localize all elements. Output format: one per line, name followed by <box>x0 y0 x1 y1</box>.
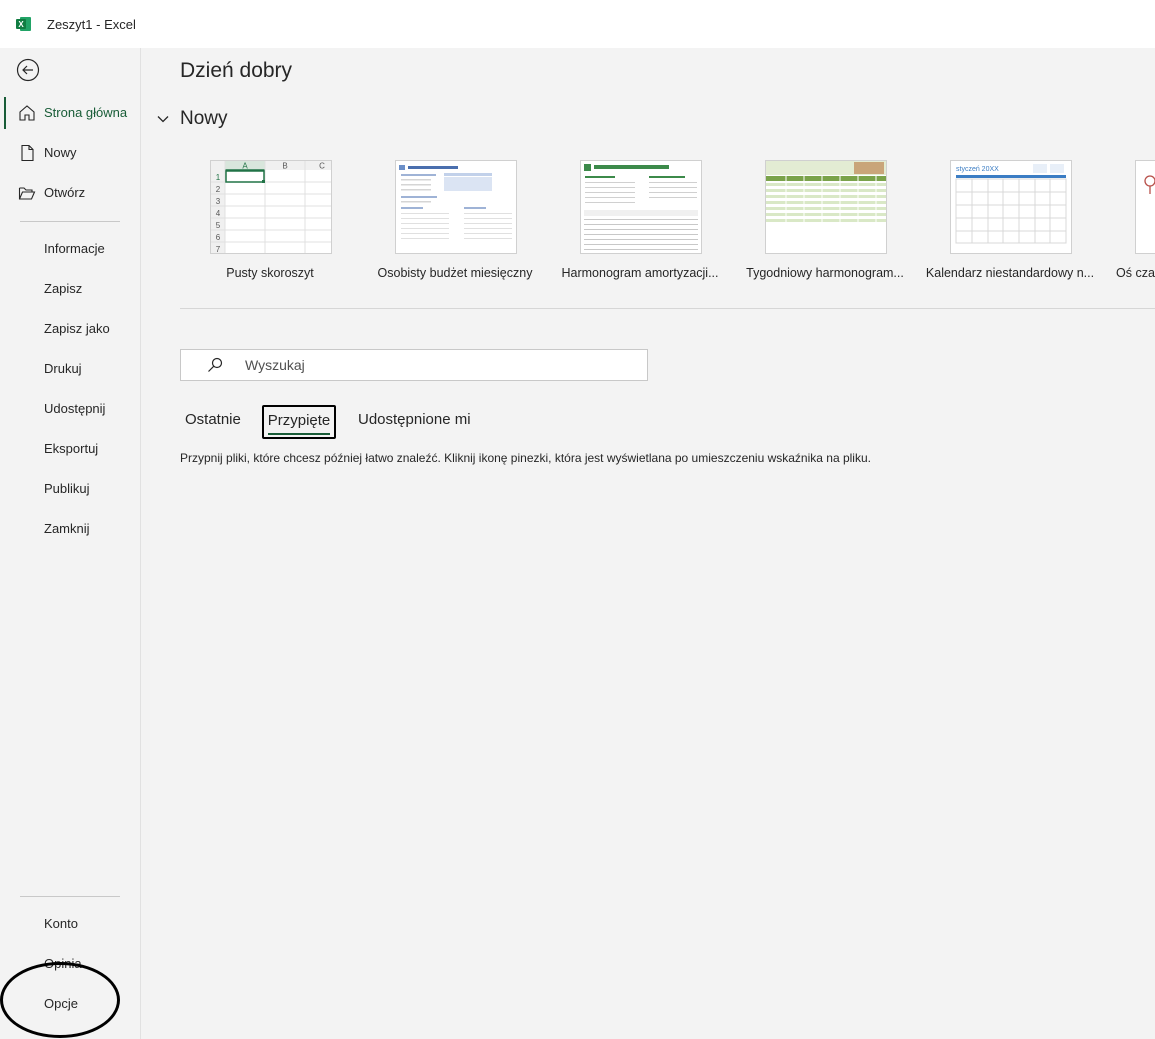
pinned-empty-hint: Przypnij pliki, które chcesz później łat… <box>180 451 871 465</box>
svg-text:4: 4 <box>216 209 221 218</box>
template-loan-amortization[interactable]: Harmonogram amortyzacji... <box>555 160 725 285</box>
main-content: Dzień dobry Nowy A B C 1 2 3 4 5 6 7 Pus… <box>141 48 1155 1039</box>
sidebar-item-account[interactable]: Konto <box>0 904 139 944</box>
sidebar-item-close[interactable]: Zamknij <box>0 509 139 549</box>
template-blank-workbook[interactable]: A B C 1 2 3 4 5 6 7 Pusty skoroszyt <box>185 160 355 285</box>
template-thumbnail <box>395 160 517 254</box>
svg-text:X: X <box>18 20 24 29</box>
search-icon <box>208 357 223 372</box>
sidebar-item-label: Informacje <box>44 241 105 256</box>
home-icon <box>19 105 35 121</box>
amortization-thumbnail <box>581 161 701 253</box>
template-monthly-budget[interactable]: Osobisty budżet miesięczny <box>370 160 540 285</box>
svg-text:A: A <box>242 162 248 171</box>
svg-text:1: 1 <box>216 173 221 182</box>
template-timeline[interactable]: Oś czasu <box>1110 160 1155 285</box>
svg-text:2: 2 <box>216 185 221 194</box>
tab-recent[interactable]: Ostatnie <box>185 406 241 436</box>
template-name: Osobisty budżet miesięczny <box>377 266 533 280</box>
svg-text:5: 5 <box>216 221 221 230</box>
template-name: Tygodniowy harmonogram... <box>746 266 904 280</box>
tab-selected-indicator <box>268 433 330 435</box>
sidebar-item-share[interactable]: Udostępnij <box>0 389 139 429</box>
budget-thumbnail <box>396 161 516 253</box>
chevron-down-icon[interactable] <box>156 112 170 126</box>
blank-workbook-thumbnail: A B C 1 2 3 4 5 6 7 <box>211 161 331 253</box>
template-thumbnail: A B C 1 2 3 4 5 6 7 <box>210 160 332 254</box>
sidebar-item-print[interactable]: Drukuj <box>0 349 139 389</box>
backstage-sidebar: Strona główna Nowy Otwórz Informacje Zap… <box>0 48 141 1039</box>
tab-label: Przypięte <box>267 412 331 429</box>
sidebar-item-label: Otwórz <box>44 185 86 200</box>
svg-text:B: B <box>282 162 287 171</box>
section-divider <box>180 308 1155 309</box>
new-file-icon <box>21 144 34 162</box>
sidebar-item-save[interactable]: Zapisz <box>0 269 139 309</box>
template-name: Oś czasu <box>1116 266 1155 280</box>
back-arrow-icon[interactable] <box>16 58 40 82</box>
svg-text:C: C <box>319 162 325 171</box>
search-input[interactable] <box>243 354 637 376</box>
sidebar-item-label: Udostępnij <box>44 401 106 416</box>
sidebar-item-label: Opinia <box>44 956 82 971</box>
title-bar: X Zeszyt1 - Excel <box>0 0 1155 48</box>
sidebar-divider <box>20 221 120 222</box>
svg-text:3: 3 <box>216 197 221 206</box>
tab-shared-with-me[interactable]: Udostępnione mi <box>358 406 471 436</box>
template-name: Harmonogram amortyzacji... <box>561 266 719 280</box>
sidebar-item-export[interactable]: Eksportuj <box>0 429 139 469</box>
sidebar-item-label: Zapisz <box>44 281 83 296</box>
sidebar-item-label: Opcje <box>44 996 78 1011</box>
search-box[interactable] <box>180 349 648 381</box>
svg-text:6: 6 <box>216 233 221 242</box>
template-name: Pusty skoroszyt <box>226 266 314 280</box>
timeline-thumbnail <box>1136 161 1155 253</box>
template-custom-calendar[interactable]: styczeń 20XX Kalendarz niestandardowy n.… <box>925 160 1095 285</box>
sidebar-divider <box>20 896 120 897</box>
template-weekly-schedule[interactable]: Tygodniowy harmonogram... <box>740 160 910 285</box>
sidebar-item-info[interactable]: Informacje <box>0 229 139 269</box>
sidebar-item-label: Nowy <box>44 145 77 160</box>
page-title: Dzień dobry <box>180 59 293 82</box>
sidebar-item-label: Zapisz jako <box>44 321 110 336</box>
sidebar-item-publish[interactable]: Publikuj <box>0 469 139 509</box>
template-thumbnail <box>765 160 887 254</box>
section-title: Nowy <box>180 108 228 129</box>
sidebar-item-new[interactable]: Nowy <box>0 133 139 173</box>
sidebar-item-label: Publikuj <box>44 481 90 496</box>
sidebar-item-label: Zamknij <box>44 521 90 536</box>
sidebar-item-label: Eksportuj <box>44 441 99 456</box>
template-thumbnail: styczeń 20XX <box>950 160 1072 254</box>
template-name: Kalendarz niestandardowy n... <box>925 266 1095 280</box>
template-thumbnail <box>580 160 702 254</box>
tab-label: Ostatnie <box>185 411 241 428</box>
svg-text:styczeń 20XX: styczeń 20XX <box>956 166 999 173</box>
sidebar-item-feedback[interactable]: Opinia <box>0 944 139 984</box>
sidebar-item-open[interactable]: Otwórz <box>0 173 139 213</box>
svg-text:7: 7 <box>216 245 221 253</box>
sidebar-item-options[interactable]: Opcje <box>0 984 139 1024</box>
calendar-thumbnail: styczeń 20XX <box>951 161 1071 253</box>
folder-open-icon <box>18 187 36 200</box>
sidebar-item-label: Strona główna <box>44 105 128 120</box>
weekly-schedule-thumbnail <box>766 161 886 253</box>
tab-label: Udostępnione mi <box>358 411 471 428</box>
template-thumbnail <box>1135 160 1155 254</box>
tab-pinned[interactable]: Przypięte <box>262 405 336 439</box>
excel-logo-icon: X <box>16 17 31 31</box>
window-title: Zeszyt1 - Excel <box>47 17 136 32</box>
sidebar-item-label: Drukuj <box>44 361 82 376</box>
sidebar-item-label: Konto <box>44 916 78 931</box>
sidebar-item-home[interactable]: Strona główna <box>0 93 139 133</box>
sidebar-item-save-as[interactable]: Zapisz jako <box>0 309 139 349</box>
